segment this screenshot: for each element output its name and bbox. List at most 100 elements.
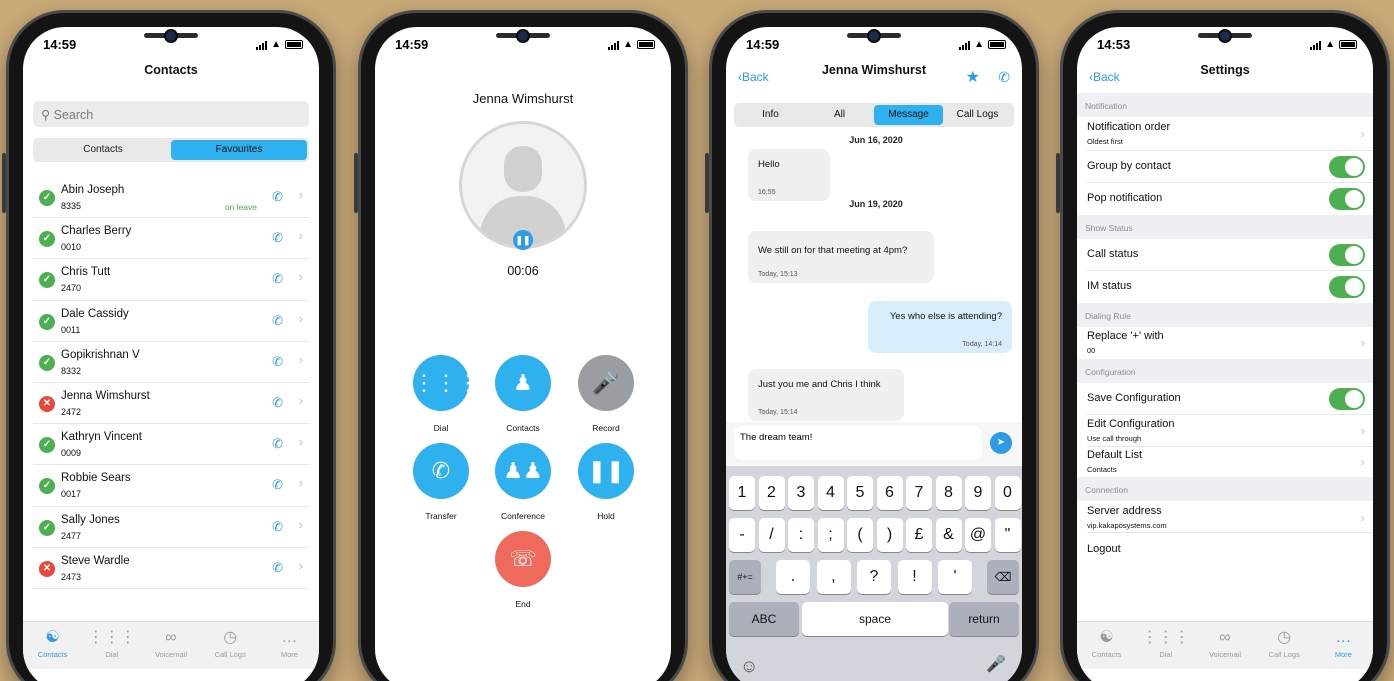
symbols-key[interactable]: #+= xyxy=(729,560,761,594)
call-status-toggle[interactable] xyxy=(1329,244,1365,266)
contacts-icon: ☯ xyxy=(1099,629,1114,646)
keyboard-key[interactable]: ; xyxy=(817,518,844,552)
phone-icon[interactable]: ✆ xyxy=(272,271,283,287)
hold-button[interactable]: ❚❚ Hold xyxy=(578,443,634,521)
tab-call-logs[interactable]: ◷ Call Logs xyxy=(1255,622,1314,669)
contact-row[interactable]: ✓ Sally Jones 2477 ✆ › xyxy=(33,507,309,548)
segment-contacts[interactable]: Contacts xyxy=(35,140,171,160)
row-notification-order[interactable]: Notification order Oldest first › xyxy=(1077,117,1373,151)
backspace-key[interactable]: ⌫ xyxy=(987,560,1019,594)
keyboard-key[interactable]: 2 xyxy=(758,476,785,510)
tab-more[interactable]: … More xyxy=(1314,622,1373,669)
contact-row[interactable]: ✓ Abin Joseph 8335 on leave ✆ › xyxy=(33,177,309,219)
keyboard-key[interactable]: " xyxy=(994,518,1021,552)
record-button[interactable]: 🎤 Record xyxy=(578,355,634,433)
keyboard-key[interactable]: , xyxy=(816,560,851,594)
keyboard-key[interactable]: ! xyxy=(897,560,932,594)
segment-all[interactable]: All xyxy=(805,105,874,125)
row-default-list[interactable]: Default List Contacts › xyxy=(1077,447,1373,477)
phone-icon[interactable]: ✆ xyxy=(272,519,283,535)
im-status-toggle[interactable] xyxy=(1329,276,1365,298)
keyboard-key[interactable]: & xyxy=(935,518,962,552)
keyboard-key[interactable]: : xyxy=(788,518,814,552)
phone-icon[interactable]: ✆ xyxy=(272,189,283,205)
phone-icon[interactable]: ✆ xyxy=(272,477,283,493)
keyboard-key[interactable]: 7 xyxy=(906,476,932,510)
keyboard-key[interactable]: ' xyxy=(938,560,972,594)
tab-dial[interactable]: ⋮⋮⋮ Dial xyxy=(1136,622,1195,669)
microphone-icon[interactable]: 🎤 xyxy=(986,654,1006,674)
keyboard-key[interactable]: 9 xyxy=(965,476,991,510)
tab-voicemail[interactable]: ∞ Voicemail xyxy=(1195,622,1254,669)
contact-row[interactable]: ✓ Chris Tutt 2470 ✆ › xyxy=(33,259,309,301)
phone-icon[interactable]: ✆ xyxy=(272,560,283,576)
send-button[interactable]: ➤ xyxy=(990,432,1012,454)
keyboard-key[interactable]: 8 xyxy=(935,476,962,510)
emoji-icon[interactable]: ☺ xyxy=(740,656,758,677)
tab-call-logs[interactable]: ◷ Call Logs xyxy=(201,622,260,669)
message-time: 16:55 xyxy=(758,189,776,196)
logout-button[interactable]: Logout xyxy=(1077,533,1373,563)
keyboard-key[interactable]: ) xyxy=(876,518,903,552)
tab-contacts[interactable]: ☯ Contacts xyxy=(23,622,82,669)
keyboard-key[interactable]: 4 xyxy=(817,476,844,510)
row-replace-plus[interactable]: Replace '+' with 00 › xyxy=(1077,327,1373,359)
transfer-button[interactable]: ✆ Transfer xyxy=(413,443,469,521)
star-icon[interactable]: ★ xyxy=(966,67,980,87)
end-call-button[interactable]: ☏ End xyxy=(495,531,551,609)
abc-key[interactable]: ABC xyxy=(729,602,799,636)
keyboard-key[interactable]: ? xyxy=(857,560,891,594)
keyboard-key[interactable]: 1 xyxy=(729,476,755,510)
keyboard-key[interactable]: @ xyxy=(965,518,991,552)
keyboard-key[interactable]: 5 xyxy=(847,476,873,510)
message-input[interactable]: The dream team! xyxy=(734,426,982,460)
space-key[interactable]: space xyxy=(802,602,948,636)
segment-message[interactable]: Message xyxy=(874,105,943,125)
tab-more[interactable]: … More xyxy=(260,622,319,669)
phone-icon[interactable]: ✆ xyxy=(272,230,283,246)
keyboard-key[interactable]: ( xyxy=(847,518,873,552)
return-key[interactable]: return xyxy=(949,602,1019,636)
keyboard-key[interactable]: 6 xyxy=(876,476,903,510)
phone-icon[interactable]: ✆ xyxy=(272,313,283,329)
phone-icon[interactable]: ✆ xyxy=(272,395,283,411)
dial-button[interactable]: ⋮⋮⋮ Dial xyxy=(413,355,479,433)
tab-contacts[interactable]: ☯ Contacts xyxy=(1077,622,1136,669)
contacts-button[interactable]: ♟ Contacts xyxy=(495,355,551,433)
pause-icon: ❚❚ xyxy=(578,443,634,499)
phone-icon[interactable]: ✆ xyxy=(272,354,283,370)
tab-dial[interactable]: ⋮⋮⋮ Dial xyxy=(82,622,141,669)
contact-row[interactable]: ✓ Dale Cassidy 0011 ✆ › xyxy=(33,301,309,342)
segment-info[interactable]: Info xyxy=(736,105,805,125)
battery-icon xyxy=(285,40,303,49)
search-input[interactable]: ⚲ Search xyxy=(33,101,309,127)
chevron-right-icon: › xyxy=(1360,423,1365,438)
phone-icon[interactable]: ✆ xyxy=(998,69,1010,86)
keyboard-key[interactable]: 0 xyxy=(994,476,1021,510)
keyboard-key[interactable]: - xyxy=(729,518,755,552)
keyboard-key[interactable]: . xyxy=(776,560,810,594)
pop-notification-toggle[interactable] xyxy=(1329,188,1365,210)
contact-row[interactable]: ✓ Charles Berry 0010 ✆ › xyxy=(33,218,309,260)
contact-row[interactable]: ✓ Gopikrishnan V 8332 ✆ › xyxy=(33,342,309,383)
keyboard-key[interactable]: £ xyxy=(906,518,932,552)
group-by-contact-toggle[interactable] xyxy=(1329,156,1365,178)
row-edit-configuration[interactable]: Edit Configuration Use call through › xyxy=(1077,415,1373,447)
save-configuration-toggle[interactable] xyxy=(1329,388,1365,410)
segment-call-logs[interactable]: Call Logs xyxy=(943,105,1012,125)
contact-row[interactable]: ✕ Steve Wardle 2473 ✆ › xyxy=(33,548,309,589)
conference-button[interactable]: ♟♟ Conference xyxy=(495,443,551,521)
keyboard-key[interactable]: / xyxy=(758,518,785,552)
contact-row[interactable]: ✕ Jenna Wimshurst 2472 ✆ › xyxy=(33,383,309,425)
chevron-right-icon: › xyxy=(298,392,303,408)
keyboard-key[interactable]: 3 xyxy=(788,476,814,510)
contact-extension: 0011 xyxy=(61,324,81,335)
phone-settings: 14:53 ▲ ‹Back Settings Notification Noti… xyxy=(1056,10,1390,681)
contact-row[interactable]: ✓ Robbie Sears 0017 ✆ › xyxy=(33,465,309,507)
chevron-right-icon: › xyxy=(1360,510,1365,525)
tab-voicemail[interactable]: ∞ Voicemail xyxy=(141,622,200,669)
phone-icon[interactable]: ✆ xyxy=(272,436,283,452)
contact-row[interactable]: ✓ Kathryn Vincent 0009 ✆ › xyxy=(33,424,309,466)
row-server-address[interactable]: Server address vip.kakaposystems.com › xyxy=(1077,501,1373,533)
segment-favourites[interactable]: Favourites xyxy=(171,140,307,160)
